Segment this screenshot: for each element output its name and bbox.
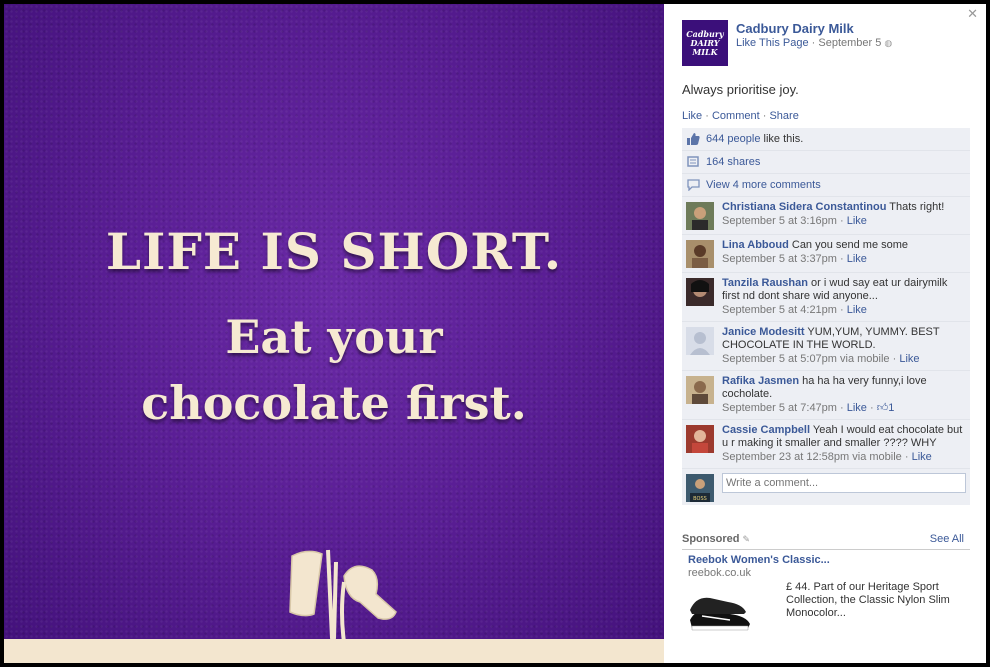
comment-like-link[interactable]: Like	[847, 304, 867, 316]
like-page-link[interactable]: Like This Page	[736, 37, 809, 49]
shares-link[interactable]: 164 shares	[706, 156, 760, 168]
comment-like-link[interactable]: Like	[847, 253, 867, 265]
photo[interactable]: LIFE IS SHORT. Eat your chocolate first.	[4, 4, 664, 663]
comments-icon	[687, 179, 700, 191]
comment-meta: September 5 at 7:47pm · Like · 👍︎1	[722, 402, 895, 414]
comment-time[interactable]: September 5 at 4:21pm	[722, 304, 837, 316]
comment: Cassie Campbell Yeah I would eat chocola…	[682, 420, 970, 469]
comment-text: Thats right!	[889, 201, 945, 213]
comment-text: Can you send me some	[791, 239, 909, 251]
photo-floor	[4, 639, 664, 663]
comment: Tanzila Raushan or i wud say eat ur dair…	[682, 273, 970, 322]
comment-like-count[interactable]: 👍︎1	[877, 402, 895, 414]
avatar[interactable]	[686, 202, 714, 230]
comment-meta: September 5 at 3:16pm · Like	[722, 215, 867, 227]
avatar[interactable]	[686, 425, 714, 453]
comment: Christiana Sidera Constantinou Thats rig…	[682, 197, 970, 235]
comment-meta: September 5 at 3:37pm · Like	[722, 253, 867, 265]
page-meta: Like This Page · September 5 ◍	[736, 37, 892, 49]
comment-like-count-value: 1	[888, 402, 895, 414]
write-comment-input[interactable]	[722, 473, 966, 493]
view-more-row: View 4 more comments	[682, 174, 970, 197]
sponsored-label: Sponsored	[682, 533, 740, 545]
see-all-link[interactable]: See All	[930, 533, 964, 545]
likes-row: 644 people like this.	[682, 128, 970, 151]
comment-via: via mobile	[840, 353, 890, 365]
avatar: BOSS	[686, 474, 714, 502]
ad-body: £ 44. Part of our Heritage Sport Collect…	[786, 581, 950, 619]
comment-via: via mobile	[852, 451, 902, 463]
comment-like-link[interactable]: Like	[847, 215, 867, 227]
globe-icon: ◍	[884, 38, 893, 48]
page-logo[interactable]: Cadbury DAIRY MILK	[682, 20, 728, 66]
share-action[interactable]: Share	[769, 110, 798, 122]
photo-viewer: LIFE IS SHORT. Eat your chocolate first.…	[0, 0, 990, 667]
comment-meta: September 23 at 12:58pm via mobile · Lik…	[722, 451, 932, 463]
comment-meta: September 5 at 4:21pm · Like	[722, 304, 867, 316]
comment: Janice Modesitt YUM,YUM, YUMMY. BEST CHO…	[682, 322, 970, 371]
comment-meta: September 5 at 5:07pm via mobile · Like	[722, 353, 920, 365]
comment-author[interactable]: Cassie Campbell	[722, 424, 810, 436]
view-more-comments-link[interactable]: View 4 more comments	[706, 179, 821, 191]
comment-action[interactable]: Comment	[712, 110, 760, 122]
milk-glasses-illustration	[289, 549, 397, 643]
thumbs-up-icon	[687, 133, 700, 145]
post-date[interactable]: September 5	[818, 37, 881, 49]
avatar-caption: BOSS	[693, 496, 707, 502]
comment-author[interactable]: Rafika Jasmen	[722, 375, 799, 387]
feedback-box: 644 people like this. 164 shares View 4 …	[682, 128, 970, 505]
ad-feedback-icon[interactable]: ✎	[743, 534, 751, 544]
separator: ·	[705, 110, 712, 122]
comment-author[interactable]: Lina Abboud	[722, 239, 789, 251]
ad-domain: reebok.co.uk	[688, 567, 751, 579]
likes-count-link[interactable]: 644 people	[706, 133, 760, 145]
avatar[interactable]	[686, 376, 714, 404]
photo-headline-1: LIFE IS SHORT.	[105, 222, 563, 281]
shares-icon	[687, 156, 699, 167]
sponsored-header: Sponsored ✎ See All	[682, 533, 970, 550]
ad-sneaker-image[interactable]	[686, 594, 754, 634]
comment: Lina Abboud Can you send me some Septemb…	[682, 235, 970, 273]
page-name[interactable]: Cadbury Dairy Milk	[736, 21, 854, 36]
likes-suffix: like this.	[763, 133, 804, 145]
avatar[interactable]	[686, 278, 714, 306]
like-action[interactable]: Like	[682, 110, 702, 122]
comment-time[interactable]: September 5 at 3:37pm	[722, 253, 837, 265]
comment-like-link[interactable]: Like	[899, 353, 919, 365]
photo-headline-2: Eat your	[225, 310, 443, 364]
post-text: Always prioritise joy.	[682, 82, 799, 97]
close-icon[interactable]: ✕	[967, 6, 978, 22]
thumbs-up-icon: 👍︎	[876, 402, 889, 414]
comment-time[interactable]: September 5 at 7:47pm	[722, 402, 837, 414]
write-comment-row: BOSS	[682, 469, 970, 505]
comment-author[interactable]: Janice Modesitt	[722, 326, 805, 338]
avatar[interactable]	[686, 327, 714, 355]
photo-headline-3: chocolate first.	[141, 376, 527, 430]
avatar[interactable]	[686, 240, 714, 268]
comment-author[interactable]: Christiana Sidera Constantinou	[722, 201, 886, 213]
post-actions: Like · Comment · Share	[682, 110, 799, 122]
comment-like-link[interactable]: Like	[912, 451, 932, 463]
shares-row: 164 shares	[682, 151, 970, 174]
comment-author[interactable]: Tanzila Raushan	[722, 277, 808, 289]
comment-time[interactable]: September 5 at 3:16pm	[722, 215, 837, 227]
ad-title[interactable]: Reebok Women's Classic...	[688, 554, 830, 566]
comment-like-link[interactable]: Like	[847, 402, 867, 414]
side-panel: ✕ Cadbury DAIRY MILK Cadbury Dairy Milk …	[664, 4, 986, 663]
comment-time[interactable]: September 23 at 12:58pm	[722, 451, 849, 463]
comment: Rafika Jasmen ha ha ha very funny,i love…	[682, 371, 970, 420]
comment-time[interactable]: September 5 at 5:07pm	[722, 353, 837, 365]
